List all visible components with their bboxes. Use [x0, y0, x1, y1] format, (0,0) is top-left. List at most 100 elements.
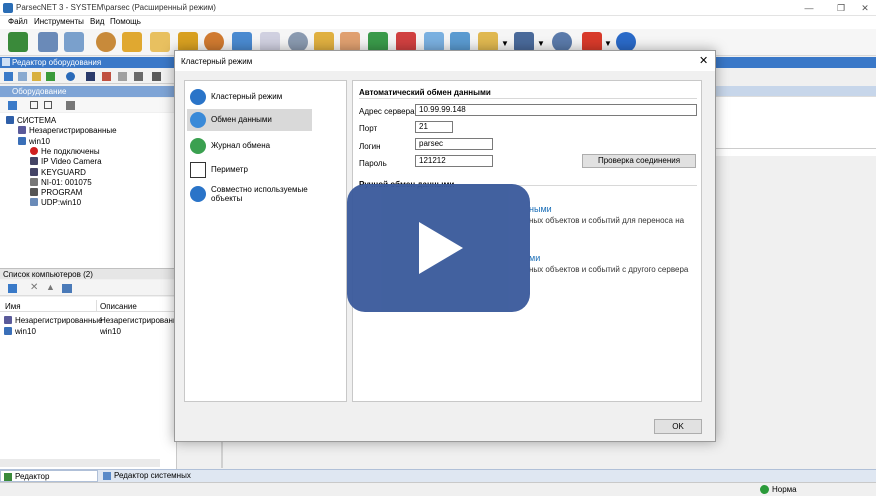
table-row[interactable]: Незарегистрированные Незарегистрированны… [0, 315, 188, 326]
horizontal-scrollbar[interactable] [0, 459, 160, 467]
dialog-close-icon[interactable]: ✕ [699, 54, 708, 67]
help-icon[interactable] [616, 32, 636, 52]
camera-icon[interactable] [450, 32, 470, 52]
program-icon [30, 188, 38, 197]
grid-icon[interactable] [150, 32, 170, 52]
monitor-icon[interactable] [232, 32, 252, 52]
keyguard-icon [30, 167, 38, 176]
login-input[interactable]: parsec [415, 138, 493, 150]
nav-item[interactable]: Журнал обмена [187, 135, 312, 157]
group-icon[interactable] [204, 32, 224, 52]
port-input[interactable]: 21 [415, 121, 453, 133]
close-button[interactable]: ✕ [854, 2, 876, 14]
lock-icon[interactable] [178, 32, 198, 52]
network-icon[interactable] [514, 32, 534, 52]
camera-icon[interactable] [86, 72, 95, 81]
grid-icon[interactable] [18, 72, 27, 81]
person-icon[interactable] [96, 32, 116, 52]
nav-item[interactable]: Совместно используемые объекты [187, 183, 312, 205]
expand-icon[interactable] [30, 101, 38, 109]
shared-icon [190, 186, 206, 202]
up-arrow-icon[interactable]: ▲ [46, 282, 55, 292]
calendar-icon[interactable] [260, 32, 280, 52]
tree-item-label: KEYGUARD [41, 167, 86, 177]
nav-item[interactable]: Обмен данными [187, 109, 312, 131]
tab-system-settings[interactable]: Редактор системных настроек [100, 470, 220, 492]
chevron-down-icon[interactable]: ▼ [501, 39, 509, 48]
reader-icon[interactable] [102, 72, 111, 81]
menu-file[interactable]: Файл [8, 17, 28, 26]
keyboard-icon[interactable] [118, 72, 127, 81]
computer-icon [18, 136, 26, 145]
table-icon[interactable] [340, 32, 360, 52]
tree-item[interactable]: IP Video Camera [30, 157, 102, 167]
tree-item[interactable]: UDP:win10 [30, 198, 81, 208]
import-link[interactable]: ми [529, 253, 540, 263]
table-row[interactable]: win10 win10 [0, 326, 176, 337]
tree-item[interactable]: Незарегистрированные [18, 126, 117, 136]
add-icon[interactable] [8, 101, 17, 110]
delete-icon[interactable] [582, 32, 602, 52]
title-bar: ParsecNET 3 - SYSTEM\parsec (Расширенный… [0, 0, 876, 16]
lock-icon[interactable] [152, 72, 161, 81]
globe-icon[interactable] [66, 72, 75, 81]
minimize-button[interactable]: — [798, 2, 820, 14]
device-icon[interactable] [8, 32, 28, 52]
user-icon[interactable] [552, 32, 572, 52]
menu-view[interactable]: Вид [90, 17, 104, 26]
right-panel-header [716, 86, 876, 96]
menu-help[interactable]: Помощь [110, 17, 141, 26]
tab-equipment-editor[interactable]: Редактор оборудования [0, 470, 98, 493]
chevron-down-icon[interactable]: ▼ [604, 39, 612, 48]
doc-icon[interactable] [64, 32, 84, 52]
export-icon[interactable] [478, 32, 498, 52]
maximize-button[interactable]: ❐ [830, 2, 852, 14]
export-description: ных объектов и событий для переноса на [529, 216, 685, 225]
tree-item[interactable]: win10 [18, 136, 50, 147]
settings-icon [103, 472, 111, 480]
printer-icon[interactable] [134, 72, 143, 81]
home-icon[interactable] [122, 32, 142, 52]
panel-icon [2, 58, 10, 66]
collapse-icon[interactable] [44, 101, 52, 109]
tree-item-label: Не подключены [41, 146, 100, 156]
column-name[interactable]: Имя [5, 302, 21, 311]
tree-item[interactable]: NI-01: 001075 [30, 177, 92, 188]
chevron-down-icon[interactable]: ▼ [537, 39, 545, 48]
arrow-icon[interactable] [46, 72, 55, 81]
card-icon[interactable] [424, 32, 444, 52]
nav-item[interactable]: Периметр [187, 159, 312, 181]
tool-icon[interactable] [66, 101, 75, 110]
menu-tools[interactable]: Инструменты [34, 17, 84, 26]
tree-item[interactable]: Не подключены [30, 146, 100, 157]
device-icon [4, 473, 12, 481]
dialog-title-bar: Кластерный режим ✕ [175, 51, 715, 71]
delete-icon[interactable]: ✕ [30, 282, 38, 293]
password-input[interactable]: 121212 [415, 155, 493, 167]
tree-item[interactable]: KEYGUARD [30, 167, 86, 178]
tree-item[interactable]: СИСТЕМА [6, 116, 56, 126]
tree-item-label: IP Video Camera [41, 157, 102, 167]
edit-icon[interactable] [4, 72, 13, 81]
server-input[interactable]: 10.99.99.148 [415, 104, 697, 116]
test-connection-button[interactable]: Проверка соединения [582, 154, 696, 168]
gear-icon[interactable] [288, 32, 308, 52]
tree-item-label: UDP:win10 [41, 198, 82, 208]
add-icon[interactable] [8, 284, 17, 293]
ok-button[interactable]: OK [654, 419, 702, 434]
chart-icon[interactable] [368, 32, 388, 52]
nav-item[interactable]: Кластерный режим [187, 86, 312, 108]
video-play-button[interactable] [347, 184, 530, 312]
report-icon[interactable] [396, 32, 416, 52]
tree-item-label: NI-01: 001075 [41, 177, 92, 187]
folder-icon[interactable] [32, 72, 41, 81]
column-description[interactable]: Описание [100, 302, 137, 311]
view-icon[interactable] [62, 284, 72, 293]
tree-item[interactable]: PROGRAM [30, 188, 82, 198]
server-icon[interactable] [38, 32, 58, 52]
folder-icon[interactable] [314, 32, 334, 52]
computers-toolbar: ✕ ▲ [0, 280, 176, 296]
column-divider [96, 300, 97, 312]
export-link[interactable]: ными [529, 204, 552, 214]
auto-exchange-heading: Автоматический обмен данными [359, 88, 491, 97]
